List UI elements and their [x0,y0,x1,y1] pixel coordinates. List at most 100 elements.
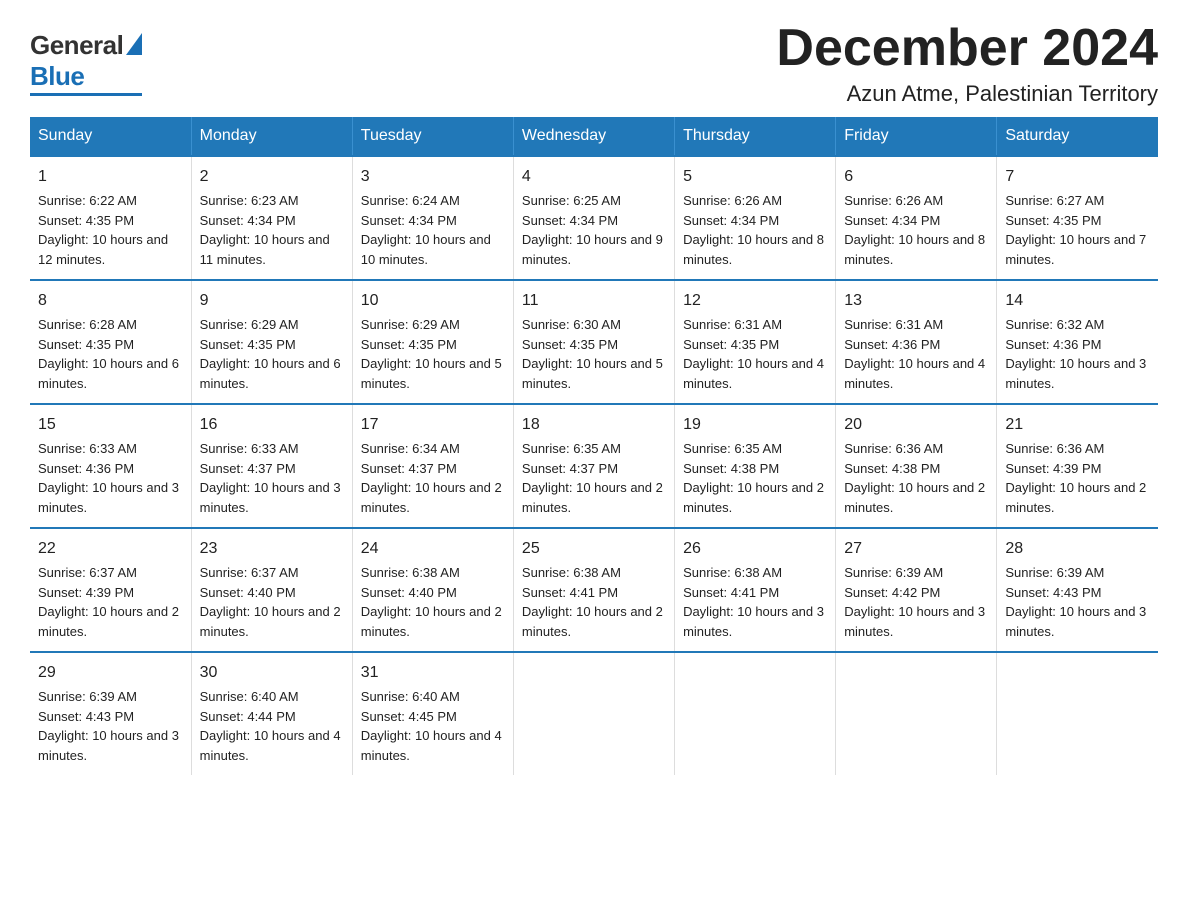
day-number: 30 [200,661,344,685]
calendar-cell: 29Sunrise: 6:39 AMSunset: 4:43 PMDayligh… [30,652,191,775]
day-number: 4 [522,165,666,189]
day-info: Sunrise: 6:39 AMSunset: 4:43 PMDaylight:… [38,687,183,765]
day-number: 8 [38,289,183,313]
day-info: Sunrise: 6:39 AMSunset: 4:42 PMDaylight:… [844,563,988,641]
day-info: Sunrise: 6:40 AMSunset: 4:45 PMDaylight:… [361,687,505,765]
day-number: 6 [844,165,988,189]
day-info: Sunrise: 6:27 AMSunset: 4:35 PMDaylight:… [1005,191,1150,269]
day-info: Sunrise: 6:31 AMSunset: 4:35 PMDaylight:… [683,315,827,393]
calendar-cell: 14Sunrise: 6:32 AMSunset: 4:36 PMDayligh… [997,280,1158,404]
day-info: Sunrise: 6:33 AMSunset: 4:37 PMDaylight:… [200,439,344,517]
day-number: 15 [38,413,183,437]
calendar-subtitle: Azun Atme, Palestinian Territory [776,81,1158,107]
day-number: 27 [844,537,988,561]
day-info: Sunrise: 6:25 AMSunset: 4:34 PMDaylight:… [522,191,666,269]
day-info: Sunrise: 6:38 AMSunset: 4:40 PMDaylight:… [361,563,505,641]
day-info: Sunrise: 6:34 AMSunset: 4:37 PMDaylight:… [361,439,505,517]
day-number: 11 [522,289,666,313]
day-number: 3 [361,165,505,189]
calendar-cell: 18Sunrise: 6:35 AMSunset: 4:37 PMDayligh… [513,404,674,528]
title-section: December 2024 Azun Atme, Palestinian Ter… [776,20,1158,107]
calendar-cell: 31Sunrise: 6:40 AMSunset: 4:45 PMDayligh… [352,652,513,775]
day-info: Sunrise: 6:26 AMSunset: 4:34 PMDaylight:… [683,191,827,269]
calendar-cell: 20Sunrise: 6:36 AMSunset: 4:38 PMDayligh… [836,404,997,528]
day-info: Sunrise: 6:40 AMSunset: 4:44 PMDaylight:… [200,687,344,765]
day-info: Sunrise: 6:35 AMSunset: 4:38 PMDaylight:… [683,439,827,517]
day-number: 29 [38,661,183,685]
calendar-cell [836,652,997,775]
calendar-cell: 30Sunrise: 6:40 AMSunset: 4:44 PMDayligh… [191,652,352,775]
day-number: 12 [683,289,827,313]
calendar-cell: 8Sunrise: 6:28 AMSunset: 4:35 PMDaylight… [30,280,191,404]
calendar-cell: 10Sunrise: 6:29 AMSunset: 4:35 PMDayligh… [352,280,513,404]
calendar-cell: 19Sunrise: 6:35 AMSunset: 4:38 PMDayligh… [675,404,836,528]
calendar-cell: 15Sunrise: 6:33 AMSunset: 4:36 PMDayligh… [30,404,191,528]
day-info: Sunrise: 6:37 AMSunset: 4:40 PMDaylight:… [200,563,344,641]
calendar-cell: 24Sunrise: 6:38 AMSunset: 4:40 PMDayligh… [352,528,513,652]
calendar-cell: 3Sunrise: 6:24 AMSunset: 4:34 PMDaylight… [352,156,513,280]
day-number: 26 [683,537,827,561]
day-info: Sunrise: 6:29 AMSunset: 4:35 PMDaylight:… [200,315,344,393]
calendar-cell: 26Sunrise: 6:38 AMSunset: 4:41 PMDayligh… [675,528,836,652]
day-info: Sunrise: 6:32 AMSunset: 4:36 PMDaylight:… [1005,315,1150,393]
calendar-cell: 5Sunrise: 6:26 AMSunset: 4:34 PMDaylight… [675,156,836,280]
day-number: 21 [1005,413,1150,437]
day-number: 7 [1005,165,1150,189]
day-info: Sunrise: 6:24 AMSunset: 4:34 PMDaylight:… [361,191,505,269]
calendar-cell: 12Sunrise: 6:31 AMSunset: 4:35 PMDayligh… [675,280,836,404]
logo-general-text: General [30,30,123,61]
calendar-title: December 2024 [776,20,1158,77]
weekday-header-monday: Monday [191,117,352,156]
calendar-cell: 23Sunrise: 6:37 AMSunset: 4:40 PMDayligh… [191,528,352,652]
day-number: 31 [361,661,505,685]
day-info: Sunrise: 6:31 AMSunset: 4:36 PMDaylight:… [844,315,988,393]
calendar-cell [513,652,674,775]
calendar-cell: 7Sunrise: 6:27 AMSunset: 4:35 PMDaylight… [997,156,1158,280]
day-info: Sunrise: 6:37 AMSunset: 4:39 PMDaylight:… [38,563,183,641]
day-number: 19 [683,413,827,437]
day-info: Sunrise: 6:39 AMSunset: 4:43 PMDaylight:… [1005,563,1150,641]
day-info: Sunrise: 6:23 AMSunset: 4:34 PMDaylight:… [200,191,344,269]
calendar-week-row: 15Sunrise: 6:33 AMSunset: 4:36 PMDayligh… [30,404,1158,528]
day-info: Sunrise: 6:38 AMSunset: 4:41 PMDaylight:… [522,563,666,641]
day-info: Sunrise: 6:36 AMSunset: 4:39 PMDaylight:… [1005,439,1150,517]
calendar-cell: 21Sunrise: 6:36 AMSunset: 4:39 PMDayligh… [997,404,1158,528]
calendar-cell: 22Sunrise: 6:37 AMSunset: 4:39 PMDayligh… [30,528,191,652]
logo-blue-text: Blue [30,61,84,92]
day-number: 22 [38,537,183,561]
day-number: 28 [1005,537,1150,561]
weekday-header-sunday: Sunday [30,117,191,156]
calendar-week-row: 22Sunrise: 6:37 AMSunset: 4:39 PMDayligh… [30,528,1158,652]
weekday-header-thursday: Thursday [675,117,836,156]
day-number: 16 [200,413,344,437]
weekday-header-row: SundayMondayTuesdayWednesdayThursdayFrid… [30,117,1158,156]
calendar-table: SundayMondayTuesdayWednesdayThursdayFrid… [30,117,1158,775]
day-info: Sunrise: 6:22 AMSunset: 4:35 PMDaylight:… [38,191,183,269]
logo-underline [30,93,142,96]
day-number: 14 [1005,289,1150,313]
day-number: 2 [200,165,344,189]
day-number: 1 [38,165,183,189]
calendar-cell: 27Sunrise: 6:39 AMSunset: 4:42 PMDayligh… [836,528,997,652]
calendar-cell: 13Sunrise: 6:31 AMSunset: 4:36 PMDayligh… [836,280,997,404]
calendar-cell [997,652,1158,775]
calendar-cell: 11Sunrise: 6:30 AMSunset: 4:35 PMDayligh… [513,280,674,404]
calendar-cell: 6Sunrise: 6:26 AMSunset: 4:34 PMDaylight… [836,156,997,280]
weekday-header-saturday: Saturday [997,117,1158,156]
day-info: Sunrise: 6:33 AMSunset: 4:36 PMDaylight:… [38,439,183,517]
day-number: 13 [844,289,988,313]
logo-arrow-icon [126,33,142,55]
day-number: 9 [200,289,344,313]
day-number: 17 [361,413,505,437]
day-number: 5 [683,165,827,189]
day-number: 18 [522,413,666,437]
calendar-week-row: 1Sunrise: 6:22 AMSunset: 4:35 PMDaylight… [30,156,1158,280]
day-info: Sunrise: 6:26 AMSunset: 4:34 PMDaylight:… [844,191,988,269]
weekday-header-wednesday: Wednesday [513,117,674,156]
day-info: Sunrise: 6:28 AMSunset: 4:35 PMDaylight:… [38,315,183,393]
calendar-week-row: 8Sunrise: 6:28 AMSunset: 4:35 PMDaylight… [30,280,1158,404]
day-info: Sunrise: 6:38 AMSunset: 4:41 PMDaylight:… [683,563,827,641]
calendar-cell: 2Sunrise: 6:23 AMSunset: 4:34 PMDaylight… [191,156,352,280]
calendar-cell: 1Sunrise: 6:22 AMSunset: 4:35 PMDaylight… [30,156,191,280]
day-info: Sunrise: 6:36 AMSunset: 4:38 PMDaylight:… [844,439,988,517]
